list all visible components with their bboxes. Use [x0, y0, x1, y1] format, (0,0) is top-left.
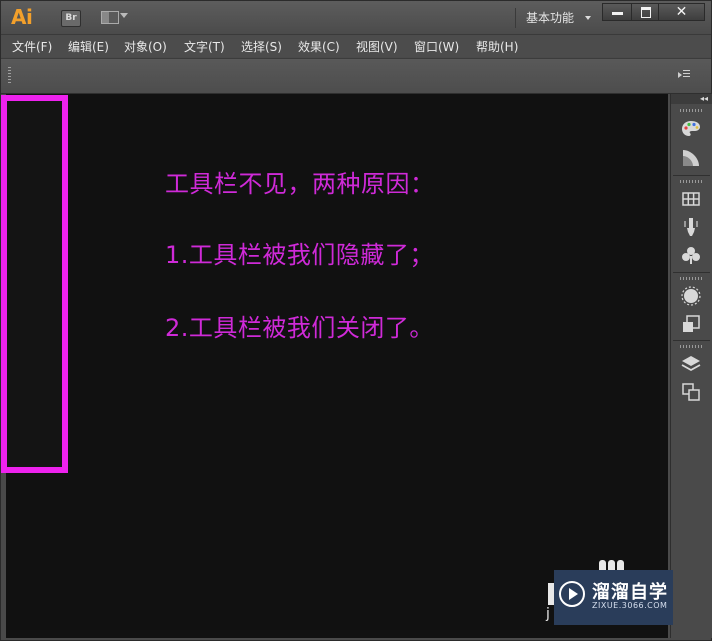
chevron-down-icon — [120, 13, 128, 18]
menu-effect[interactable]: 效果(C) — [298, 38, 340, 55]
close-icon: ✕ — [675, 4, 688, 20]
close-button[interactable]: ✕ — [658, 3, 705, 21]
divider — [515, 8, 516, 28]
annotation-reason-2: 2.工具栏被我们关闭了。 — [165, 314, 434, 342]
symbols-icon[interactable] — [679, 243, 703, 267]
app-logo: Ai — [11, 5, 33, 29]
title-bar: Ai Br 基本功能 ✕ — [1, 1, 711, 35]
panel-group-grip[interactable] — [680, 345, 702, 348]
watermark-url: ZIXUE.3066.COM — [592, 601, 668, 610]
menu-view[interactable]: 视图(V) — [356, 38, 398, 55]
color-palette-icon[interactable] — [679, 117, 703, 141]
layers-icon[interactable] — [679, 352, 703, 376]
control-panel-grip[interactable] — [8, 67, 11, 84]
menu-edit[interactable]: 编辑(E) — [68, 38, 109, 55]
panel-group-grip[interactable] — [680, 180, 702, 183]
illustrator-window: Ai Br 基本功能 ✕ 文件(F) 编辑(E) 对象(O) 文字(T) 选择(… — [0, 0, 712, 641]
transparency-icon[interactable] — [679, 312, 703, 336]
menu-select[interactable]: 选择(S) — [241, 38, 282, 55]
menu-help[interactable]: 帮助(H) — [476, 38, 518, 55]
minimize-icon — [612, 12, 623, 15]
panel-menu-icon[interactable] — [678, 70, 690, 80]
panel-group-grip[interactable] — [680, 109, 702, 112]
panel-group-grip[interactable] — [680, 277, 702, 280]
workspace-chevron-down-icon[interactable] — [585, 16, 591, 20]
menu-file[interactable]: 文件(F) — [12, 38, 52, 55]
swatches-icon[interactable] — [679, 187, 703, 211]
double-chevron-left-icon: ◂◂ — [699, 94, 708, 103]
menu-type[interactable]: 文字(T) — [184, 38, 225, 55]
control-panel — [1, 58, 711, 94]
arrange-documents-icon — [101, 11, 119, 24]
watermark-ornament — [599, 560, 624, 570]
watermark-partial-text: j — [546, 606, 550, 622]
missing-toolbar-highlight — [1, 95, 68, 473]
panel-dock: ◂◂ — [670, 94, 712, 638]
stroke-icon[interactable] — [679, 284, 703, 308]
menu-object[interactable]: 对象(O) — [124, 38, 167, 55]
artboards-icon[interactable] — [679, 380, 703, 404]
collapse-dock-button[interactable]: ◂◂ — [671, 94, 712, 104]
brushes-icon[interactable] — [679, 215, 703, 239]
color-guide-icon[interactable] — [679, 146, 703, 170]
bridge-button[interactable]: Br — [61, 10, 81, 27]
play-icon — [559, 581, 585, 607]
menu-bar: 文件(F) 编辑(E) 对象(O) 文字(T) 选择(S) 效果(C) 视图(V… — [1, 35, 711, 57]
menu-window[interactable]: 窗口(W) — [414, 38, 459, 55]
workspace-switcher[interactable]: 基本功能 — [526, 9, 574, 26]
minimize-button[interactable] — [602, 3, 632, 21]
annotation-reason-1: 1.工具栏被我们隐藏了； — [165, 241, 434, 269]
annotation-heading: 工具栏不见，两种原因： — [165, 170, 435, 198]
maximize-button[interactable] — [631, 3, 659, 21]
maximize-icon — [641, 7, 651, 18]
arrange-documents-button[interactable] — [101, 10, 131, 25]
watermark: 溜溜自学 ZIXUE.3066.COM — [554, 570, 673, 625]
